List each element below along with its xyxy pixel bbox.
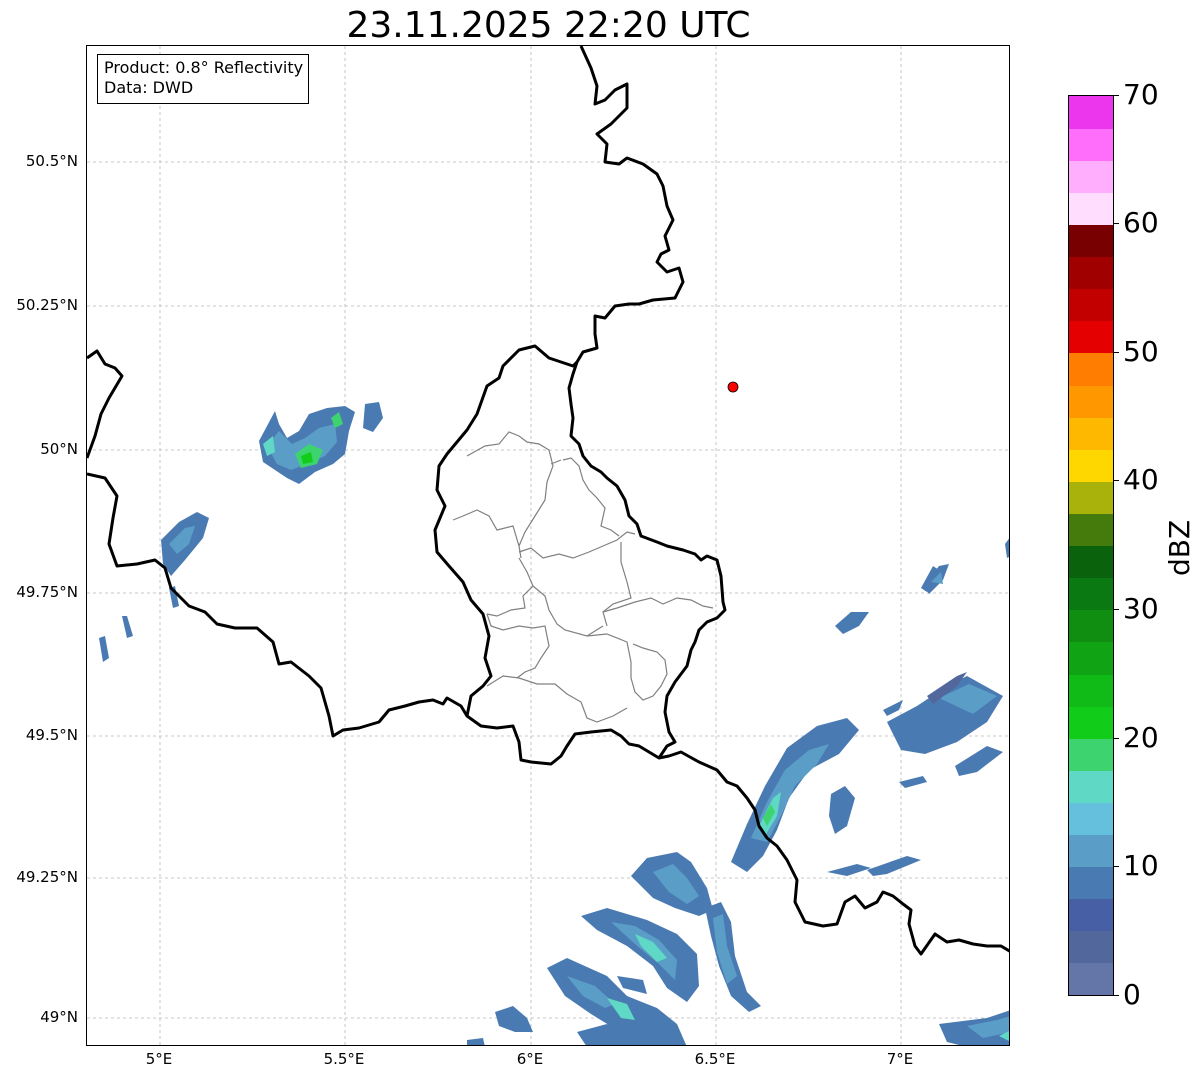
colorbar-segment — [1069, 352, 1113, 386]
colorbar-segment — [1069, 962, 1113, 995]
colorbar-segment — [1069, 96, 1113, 129]
colorbar-tick — [1113, 866, 1119, 867]
colorbar-tick-label: 0 — [1123, 978, 1141, 1011]
colorbar-tick-label: 60 — [1123, 206, 1159, 239]
lat-tick-label: 50.5°N — [25, 152, 78, 170]
colorbar-tick — [1113, 95, 1119, 96]
colorbar-segment — [1069, 513, 1113, 547]
colorbar-segment — [1069, 738, 1113, 771]
colorbar — [1068, 95, 1114, 996]
colorbar-segment — [1069, 449, 1113, 482]
colorbar-segment — [1069, 288, 1113, 322]
lon-tick-label: 5°E — [145, 1050, 173, 1068]
map-canvas — [87, 46, 1009, 1045]
lat-tick-label: 50.25°N — [16, 296, 78, 314]
colorbar-tick — [1113, 352, 1119, 353]
colorbar-tick-label: 50 — [1123, 335, 1159, 368]
lon-tick-label: 6°E — [516, 1050, 544, 1068]
colorbar-segment — [1069, 160, 1113, 193]
colorbar-segment — [1069, 224, 1113, 258]
colorbar-tick-label: 30 — [1123, 592, 1159, 625]
colorbar-segment — [1069, 256, 1113, 290]
colorbar-tick-label: 40 — [1123, 463, 1159, 496]
colorbar-tick — [1113, 609, 1119, 610]
lon-tick-label: 7°E — [886, 1050, 914, 1068]
district-borders — [452, 431, 714, 723]
colorbar-segment — [1069, 866, 1113, 900]
colorbar-segment — [1069, 673, 1113, 707]
colorbar-segment — [1069, 545, 1113, 579]
lon-tick-label: 5.5°E — [323, 1050, 365, 1068]
colorbar-label: dBZ — [1163, 519, 1196, 576]
colorbar-segment — [1069, 481, 1113, 514]
colorbar-segment — [1069, 641, 1113, 675]
radar-site-marker — [727, 381, 739, 393]
colorbar-segment — [1069, 609, 1113, 643]
lat-tick-label: 49°N — [40, 1008, 78, 1026]
colorbar-tick-label: 10 — [1123, 849, 1159, 882]
colorbar-segment — [1069, 834, 1113, 868]
product-info-box: Product: 0.8° Reflectivity Data: DWD — [97, 54, 310, 104]
lat-tick-label: 49.25°N — [16, 868, 78, 886]
colorbar-tick-label: 70 — [1123, 78, 1159, 111]
lat-tick-label: 49.75°N — [16, 583, 78, 601]
colorbar-segment — [1069, 930, 1113, 964]
colorbar-segment — [1069, 192, 1113, 226]
colorbar-segment — [1069, 577, 1113, 611]
lat-tick-label: 49.5°N — [25, 726, 78, 744]
colorbar-tick — [1113, 480, 1119, 481]
map-title: 23.11.2025 22:20 UTC — [346, 5, 751, 46]
colorbar-segment — [1069, 384, 1113, 418]
country-borders — [87, 46, 1009, 956]
colorbar-segment — [1069, 898, 1113, 932]
product-text: Product: 0.8° Reflectivity — [104, 58, 304, 77]
colorbar-segment — [1069, 320, 1113, 354]
colorbar-segment — [1069, 128, 1113, 161]
radar-echoes — [99, 402, 1009, 1045]
colorbar-segment — [1069, 770, 1113, 803]
lon-tick-label: 6.5°E — [694, 1050, 736, 1068]
colorbar-segment — [1069, 802, 1113, 836]
gridlines — [87, 46, 1009, 1045]
colorbar-tick — [1113, 223, 1119, 224]
radar-map[interactable] — [86, 45, 1010, 1046]
colorbar-tick-label: 20 — [1123, 721, 1159, 754]
data-source-text: Data: DWD — [104, 78, 194, 97]
lat-tick-label: 50°N — [40, 440, 78, 458]
colorbar-tick — [1113, 995, 1119, 996]
colorbar-segment — [1069, 706, 1113, 739]
colorbar-segment — [1069, 417, 1113, 450]
colorbar-tick — [1113, 738, 1119, 739]
